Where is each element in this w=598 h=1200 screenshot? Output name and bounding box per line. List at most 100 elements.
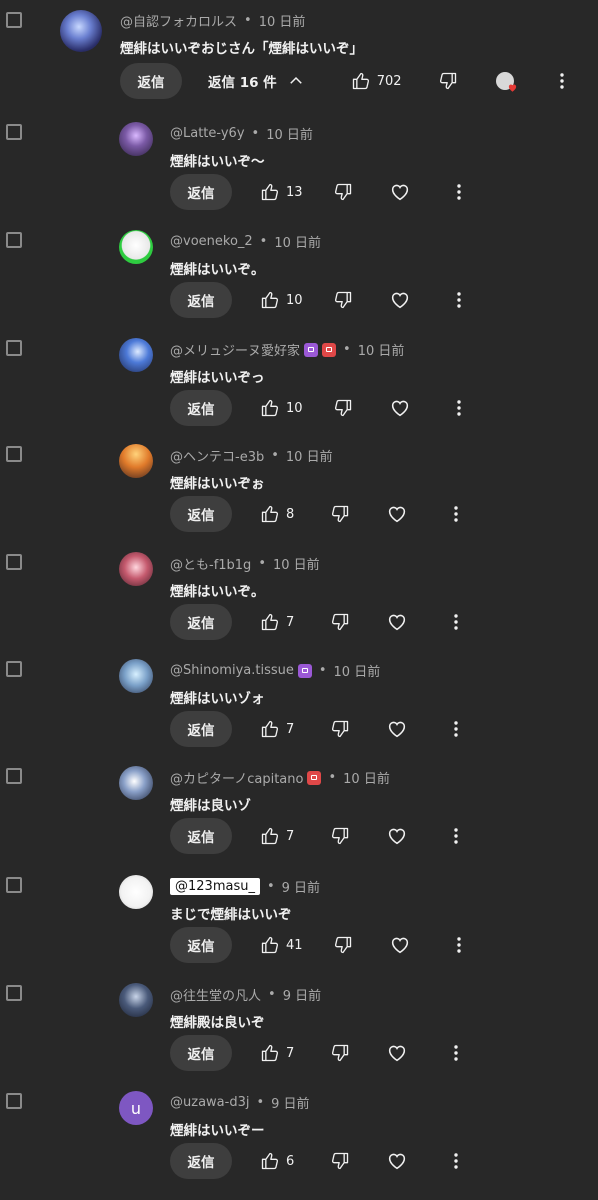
timestamp[interactable]: 9 日前 xyxy=(271,1093,309,1112)
dislike-button[interactable] xyxy=(330,504,350,524)
like-button[interactable]: 702 xyxy=(351,71,402,91)
reply-button[interactable]: 返信 xyxy=(170,174,232,210)
like-button[interactable]: 7 xyxy=(260,826,294,846)
timestamp[interactable]: 10 日前 xyxy=(358,340,405,359)
more-options-button[interactable] xyxy=(559,73,564,89)
avatar[interactable] xyxy=(119,338,153,372)
comment-text: 煙緋はいいぞっ xyxy=(170,370,265,386)
author-name[interactable]: @とも-f1b1g xyxy=(170,554,251,573)
reply-button[interactable]: 返信 xyxy=(170,496,232,532)
author-name[interactable]: @自認フォカロルス xyxy=(120,11,237,30)
reply-button[interactable]: 返信 xyxy=(170,282,232,318)
reply-button[interactable]: 返信 xyxy=(170,1143,232,1179)
like-button[interactable]: 10 xyxy=(260,290,303,310)
reply-button[interactable]: 返信 xyxy=(170,711,232,747)
like-button[interactable]: 41 xyxy=(260,935,303,955)
heart-button[interactable] xyxy=(386,1042,408,1064)
more-options-button[interactable] xyxy=(454,1045,458,1061)
like-button[interactable]: 13 xyxy=(260,182,303,202)
select-checkbox[interactable] xyxy=(6,446,22,462)
avatar[interactable]: u xyxy=(119,1091,153,1125)
timestamp[interactable]: 10 日前 xyxy=(273,554,320,573)
heart-button[interactable] xyxy=(386,718,408,740)
replies-toggle-button[interactable]: 返信 16 件 xyxy=(208,71,305,91)
select-checkbox[interactable] xyxy=(6,768,22,784)
timestamp[interactable]: 10 日前 xyxy=(266,124,313,143)
more-options-button[interactable] xyxy=(454,828,458,844)
author-name[interactable]: @メリュジーヌ愛好家 xyxy=(170,340,300,359)
timestamp[interactable]: 10 日前 xyxy=(343,768,390,787)
more-options-button[interactable] xyxy=(456,184,461,200)
dislike-button[interactable] xyxy=(333,935,353,955)
timestamp[interactable]: 10 日前 xyxy=(286,446,333,465)
dislike-button[interactable] xyxy=(330,826,350,846)
dislike-button[interactable] xyxy=(330,612,350,632)
more-options-button[interactable] xyxy=(454,506,458,522)
select-checkbox[interactable] xyxy=(6,554,22,570)
reply-button[interactable]: 返信 xyxy=(170,818,232,854)
avatar[interactable] xyxy=(119,122,153,156)
avatar[interactable] xyxy=(119,766,153,800)
dislike-button[interactable] xyxy=(333,290,353,310)
avatar[interactable] xyxy=(119,659,153,693)
more-options-button[interactable] xyxy=(456,292,461,308)
like-button[interactable]: 8 xyxy=(260,504,294,524)
heart-button[interactable] xyxy=(386,503,408,525)
timestamp[interactable]: 9 日前 xyxy=(283,985,321,1004)
select-checkbox[interactable] xyxy=(6,985,22,1001)
more-options-button[interactable] xyxy=(454,1153,458,1169)
like-button[interactable]: 7 xyxy=(260,612,294,632)
heart-button[interactable] xyxy=(389,397,411,419)
more-options-button[interactable] xyxy=(456,937,461,953)
select-checkbox[interactable] xyxy=(6,340,22,356)
heart-button[interactable] xyxy=(386,1150,408,1172)
select-checkbox[interactable] xyxy=(6,12,22,28)
like-button[interactable]: 7 xyxy=(260,1043,294,1063)
dislike-button[interactable] xyxy=(330,1151,350,1171)
select-checkbox[interactable] xyxy=(6,877,22,893)
heart-button[interactable] xyxy=(389,181,411,203)
author-name[interactable]: @往生堂の凡人 xyxy=(170,985,261,1004)
reply-button[interactable]: 返信 xyxy=(120,63,182,99)
timestamp[interactable]: 10 日前 xyxy=(274,232,321,251)
author-name[interactable]: @123masu_ xyxy=(170,878,260,895)
heart-button[interactable] xyxy=(389,289,411,311)
select-checkbox[interactable] xyxy=(6,232,22,248)
avatar[interactable] xyxy=(119,983,153,1017)
heart-button[interactable] xyxy=(386,825,408,847)
select-checkbox[interactable] xyxy=(6,124,22,140)
heart-button[interactable] xyxy=(389,934,411,956)
timestamp[interactable]: 9 日前 xyxy=(282,877,320,896)
select-checkbox[interactable] xyxy=(6,661,22,677)
heart-button[interactable] xyxy=(386,611,408,633)
dislike-button[interactable] xyxy=(438,71,458,91)
more-options-button[interactable] xyxy=(454,614,458,630)
timestamp[interactable]: 10 日前 xyxy=(334,661,381,680)
author-name[interactable]: @ヘンテコ-e3b xyxy=(170,446,264,465)
timestamp[interactable]: 10 日前 xyxy=(259,11,306,30)
author-name[interactable]: @Latte-y6y xyxy=(170,126,245,141)
avatar[interactable] xyxy=(119,444,153,478)
avatar[interactable] xyxy=(119,552,153,586)
reply-button[interactable]: 返信 xyxy=(170,604,232,640)
dislike-button[interactable] xyxy=(330,1043,350,1063)
reply-button[interactable]: 返信 xyxy=(170,1035,232,1071)
like-button[interactable]: 6 xyxy=(260,1151,294,1171)
dislike-button[interactable] xyxy=(333,398,353,418)
author-name[interactable]: @voeneko_2 xyxy=(170,234,253,249)
author-name[interactable]: @カピターノcapitano xyxy=(170,768,303,787)
avatar[interactable] xyxy=(119,230,153,264)
like-button[interactable]: 7 xyxy=(260,719,294,739)
reply-button[interactable]: 返信 xyxy=(170,390,232,426)
author-name[interactable]: @uzawa-d3j xyxy=(170,1095,249,1110)
avatar[interactable] xyxy=(60,10,102,52)
avatar[interactable] xyxy=(119,875,153,909)
more-options-button[interactable] xyxy=(454,721,458,737)
dislike-button[interactable] xyxy=(333,182,353,202)
author-name[interactable]: @Shinomiya.tissue xyxy=(170,663,294,678)
more-options-button[interactable] xyxy=(456,400,461,416)
select-checkbox[interactable] xyxy=(6,1093,22,1109)
dislike-button[interactable] xyxy=(330,719,350,739)
like-button[interactable]: 10 xyxy=(260,398,303,418)
reply-button[interactable]: 返信 xyxy=(170,927,232,963)
